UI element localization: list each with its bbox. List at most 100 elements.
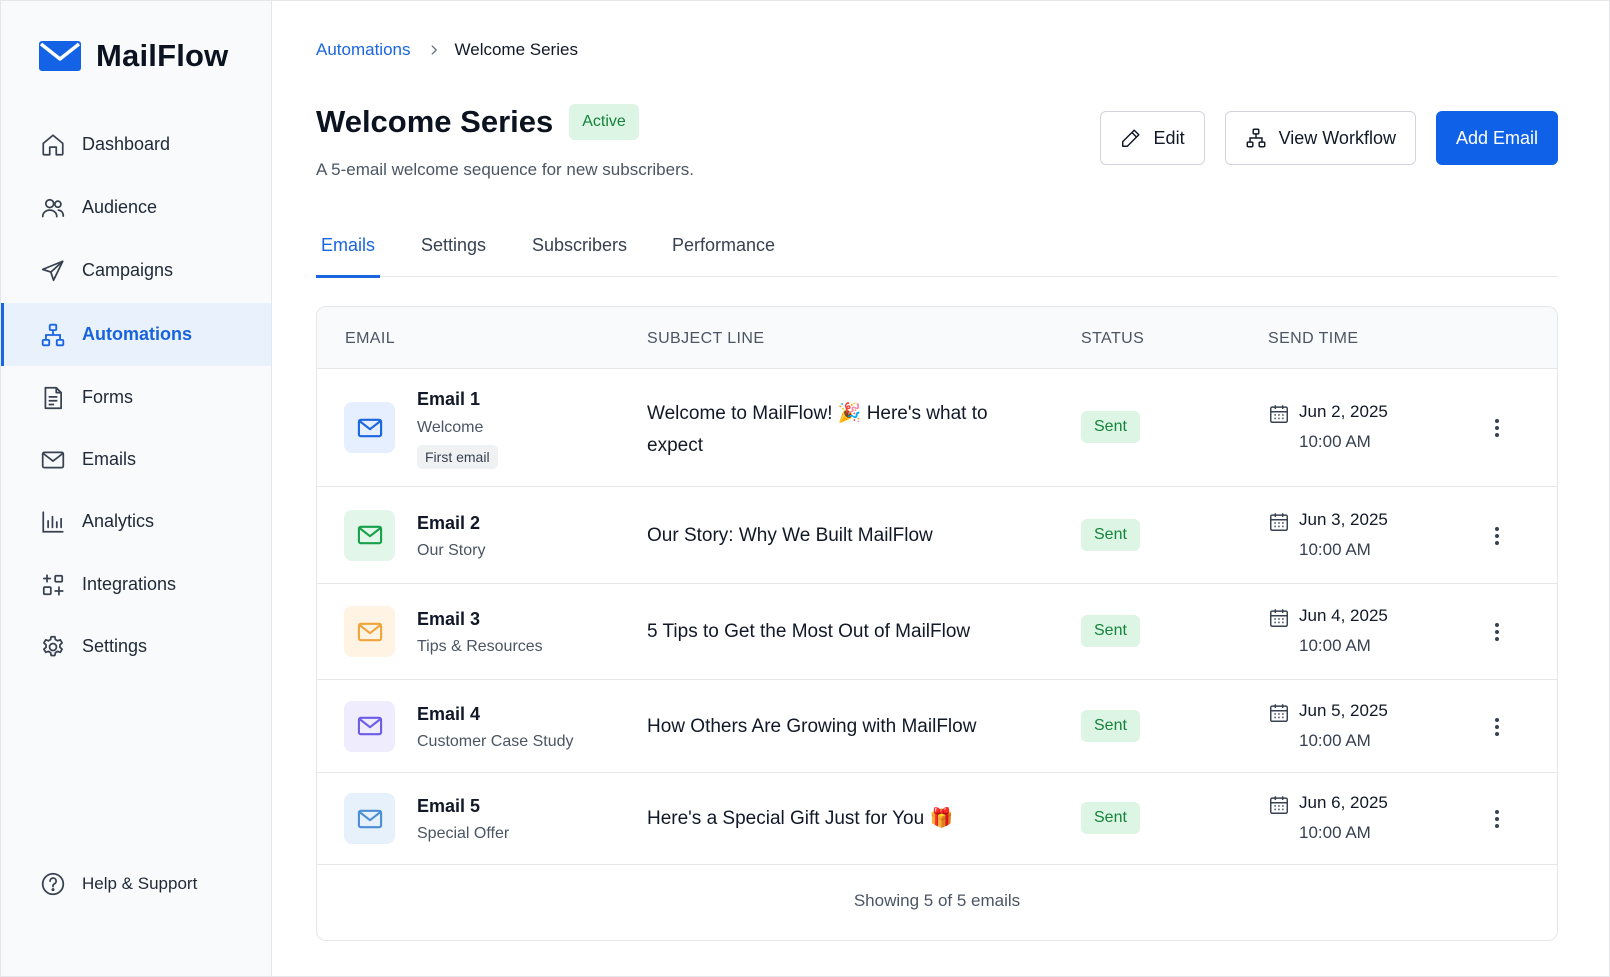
workflow-icon bbox=[1246, 128, 1266, 148]
column-header-email[interactable]: EMAIL bbox=[345, 330, 395, 348]
sidebar-item-settings[interactable]: Settings bbox=[0, 615, 271, 678]
calendar-icon bbox=[1270, 703, 1288, 722]
email-type: Special Offer bbox=[417, 825, 510, 842]
table-row[interactable]: Email 4 Customer Case Study How Others Are… bbox=[317, 680, 1557, 773]
email-type: Tips & Resources bbox=[417, 638, 543, 655]
status-badge: Sent bbox=[1081, 411, 1140, 443]
sidebar: MailFlow Dashboard Audience Campaigns Au… bbox=[0, 0, 272, 977]
help-support-link[interactable]: Help & Support bbox=[40, 871, 197, 897]
subject-line: How Others Are Growing with MailFlow bbox=[647, 715, 977, 737]
help-support-label: Help & Support bbox=[82, 874, 198, 893]
email-name[interactable]: Email 4 bbox=[417, 704, 480, 725]
tab-subscribers[interactable]: Subscribers bbox=[527, 222, 632, 277]
column-header-subject[interactable]: SUBJECT LINE bbox=[647, 330, 764, 348]
table-footer: Showing 5 of 5 emails bbox=[317, 865, 1557, 937]
tab-performance[interactable]: Performance bbox=[667, 222, 780, 277]
table-row[interactable]: Email 3 Tips & Resources 5 Tips to Get the… bbox=[317, 584, 1557, 680]
main-content: Automations Welcome Series Welcome Serie… bbox=[272, 0, 1610, 977]
subject-line: Welcome to MailFlow! 🎉 Here's what to ex… bbox=[647, 403, 988, 456]
home-icon bbox=[40, 132, 66, 158]
email-name[interactable]: Email 3 bbox=[417, 609, 480, 630]
bar-chart-icon bbox=[40, 509, 66, 535]
kebab-menu-icon bbox=[1495, 717, 1499, 736]
app-name: MailFlow bbox=[96, 38, 229, 73]
more-options-button[interactable] bbox=[1485, 620, 1509, 644]
email-envelope-icon bbox=[344, 793, 395, 844]
integrations-icon bbox=[40, 572, 66, 598]
more-options-button[interactable] bbox=[1485, 416, 1509, 440]
calendar-icon bbox=[1270, 512, 1288, 531]
send-icon bbox=[40, 258, 66, 284]
sidebar-item-campaigns[interactable]: Campaigns bbox=[0, 239, 271, 302]
subject-line: 5 Tips to Get the Most Out of MailFlow bbox=[647, 621, 971, 642]
sidebar-item-label: Analytics bbox=[82, 511, 155, 531]
send-date: Jun 3, 2025 bbox=[1299, 509, 1388, 529]
email-type: Customer Case Study bbox=[417, 732, 574, 750]
send-time: 10:00 AM bbox=[1299, 730, 1371, 750]
add-email-button[interactable]: Add Email bbox=[1435, 111, 1558, 165]
sidebar-item-label: Integrations bbox=[82, 574, 177, 594]
view-workflow-button-label: View Workflow bbox=[1278, 127, 1396, 148]
send-date: Jun 4, 2025 bbox=[1299, 606, 1388, 625]
add-email-button-label: Add Email bbox=[1455, 127, 1538, 148]
breadcrumb: Automations Welcome Series bbox=[316, 40, 578, 60]
email-envelope-icon bbox=[344, 509, 395, 561]
sidebar-item-label: Campaigns bbox=[82, 260, 174, 280]
email-name[interactable]: Email 1 bbox=[417, 389, 480, 410]
table-body: Email 1 Welcome First email Welcome to Mail… bbox=[317, 369, 1557, 865]
column-header-send-time[interactable]: SEND TIME bbox=[1268, 330, 1358, 348]
sidebar-item-automations[interactable]: Automations bbox=[0, 303, 271, 366]
page-header: Welcome Series Active bbox=[316, 104, 639, 140]
view-workflow-button[interactable]: View Workflow bbox=[1224, 111, 1416, 165]
subject-line: Our Story: Why We Built MailFlow bbox=[647, 524, 933, 546]
sidebar-item-audience[interactable]: Audience bbox=[0, 176, 271, 239]
sidebar-item-label: Dashboard bbox=[82, 134, 171, 154]
brand[interactable]: MailFlow bbox=[39, 38, 229, 74]
sidebar-item-label: Settings bbox=[82, 636, 148, 656]
mail-icon bbox=[40, 447, 66, 473]
kebab-menu-icon bbox=[1495, 419, 1499, 437]
sidebar-item-dashboard[interactable]: Dashboard bbox=[0, 113, 271, 176]
send-time: 10:00 AM bbox=[1299, 823, 1371, 842]
edit-button[interactable]: Edit bbox=[1099, 111, 1205, 165]
email-envelope-icon bbox=[344, 402, 395, 453]
tab-emails[interactable]: Emails bbox=[316, 222, 381, 278]
kebab-menu-icon bbox=[1495, 623, 1499, 641]
email-name[interactable]: Email 5 bbox=[417, 796, 480, 817]
users-icon bbox=[40, 195, 66, 221]
sidebar-item-forms[interactable]: Forms bbox=[0, 366, 271, 429]
status-badge: Active bbox=[569, 104, 639, 140]
kebab-menu-icon bbox=[1495, 810, 1499, 828]
more-options-button[interactable] bbox=[1485, 807, 1509, 831]
send-time: 10:00 AM bbox=[1299, 432, 1371, 451]
status-badge: Sent bbox=[1081, 709, 1140, 742]
calendar-icon bbox=[1270, 405, 1288, 423]
sidebar-item-label: Audience bbox=[82, 197, 158, 217]
tab-settings[interactable]: Settings bbox=[416, 222, 491, 277]
send-date: Jun 2, 2025 bbox=[1299, 402, 1388, 421]
more-options-button[interactable] bbox=[1485, 524, 1509, 548]
table-row[interactable]: Email 1 Welcome First email Welcome to Mail… bbox=[317, 369, 1557, 487]
status-badge: Sent bbox=[1081, 615, 1140, 647]
send-date: Jun 5, 2025 bbox=[1299, 700, 1388, 720]
sidebar-item-analytics[interactable]: Analytics bbox=[0, 490, 271, 553]
status-badge: Sent bbox=[1081, 518, 1140, 551]
send-time: 10:00 AM bbox=[1299, 636, 1371, 655]
email-type: Our Story bbox=[417, 541, 486, 559]
subject-line: Here's a Special Gift Just for You 🎁 bbox=[647, 808, 954, 829]
column-header-status[interactable]: STATUS bbox=[1081, 330, 1144, 348]
table-count-text: Showing 5 of 5 emails bbox=[853, 891, 1021, 910]
help-circle-icon bbox=[41, 872, 65, 896]
send-time: 10:00 AM bbox=[1299, 539, 1371, 559]
table-row[interactable]: Email 5 Special Offer Here's a Special Gif… bbox=[317, 773, 1557, 865]
table-row[interactable]: Email 2 Our Story Our Story: Why We Built … bbox=[317, 487, 1557, 584]
page-title: Welcome Series bbox=[316, 104, 554, 139]
sidebar-item-integrations[interactable]: Integrations bbox=[0, 553, 271, 616]
header-actions: Edit View Workflow Add Email bbox=[1099, 111, 1558, 165]
breadcrumb-automations-link[interactable]: Automations bbox=[316, 40, 411, 60]
email-name[interactable]: Email 2 bbox=[417, 513, 480, 534]
sidebar-item-label: Automations bbox=[82, 324, 192, 344]
sidebar-item-emails[interactable]: Emails bbox=[0, 428, 271, 491]
sidebar-item-label: Emails bbox=[82, 449, 137, 469]
more-options-button[interactable] bbox=[1485, 715, 1509, 739]
